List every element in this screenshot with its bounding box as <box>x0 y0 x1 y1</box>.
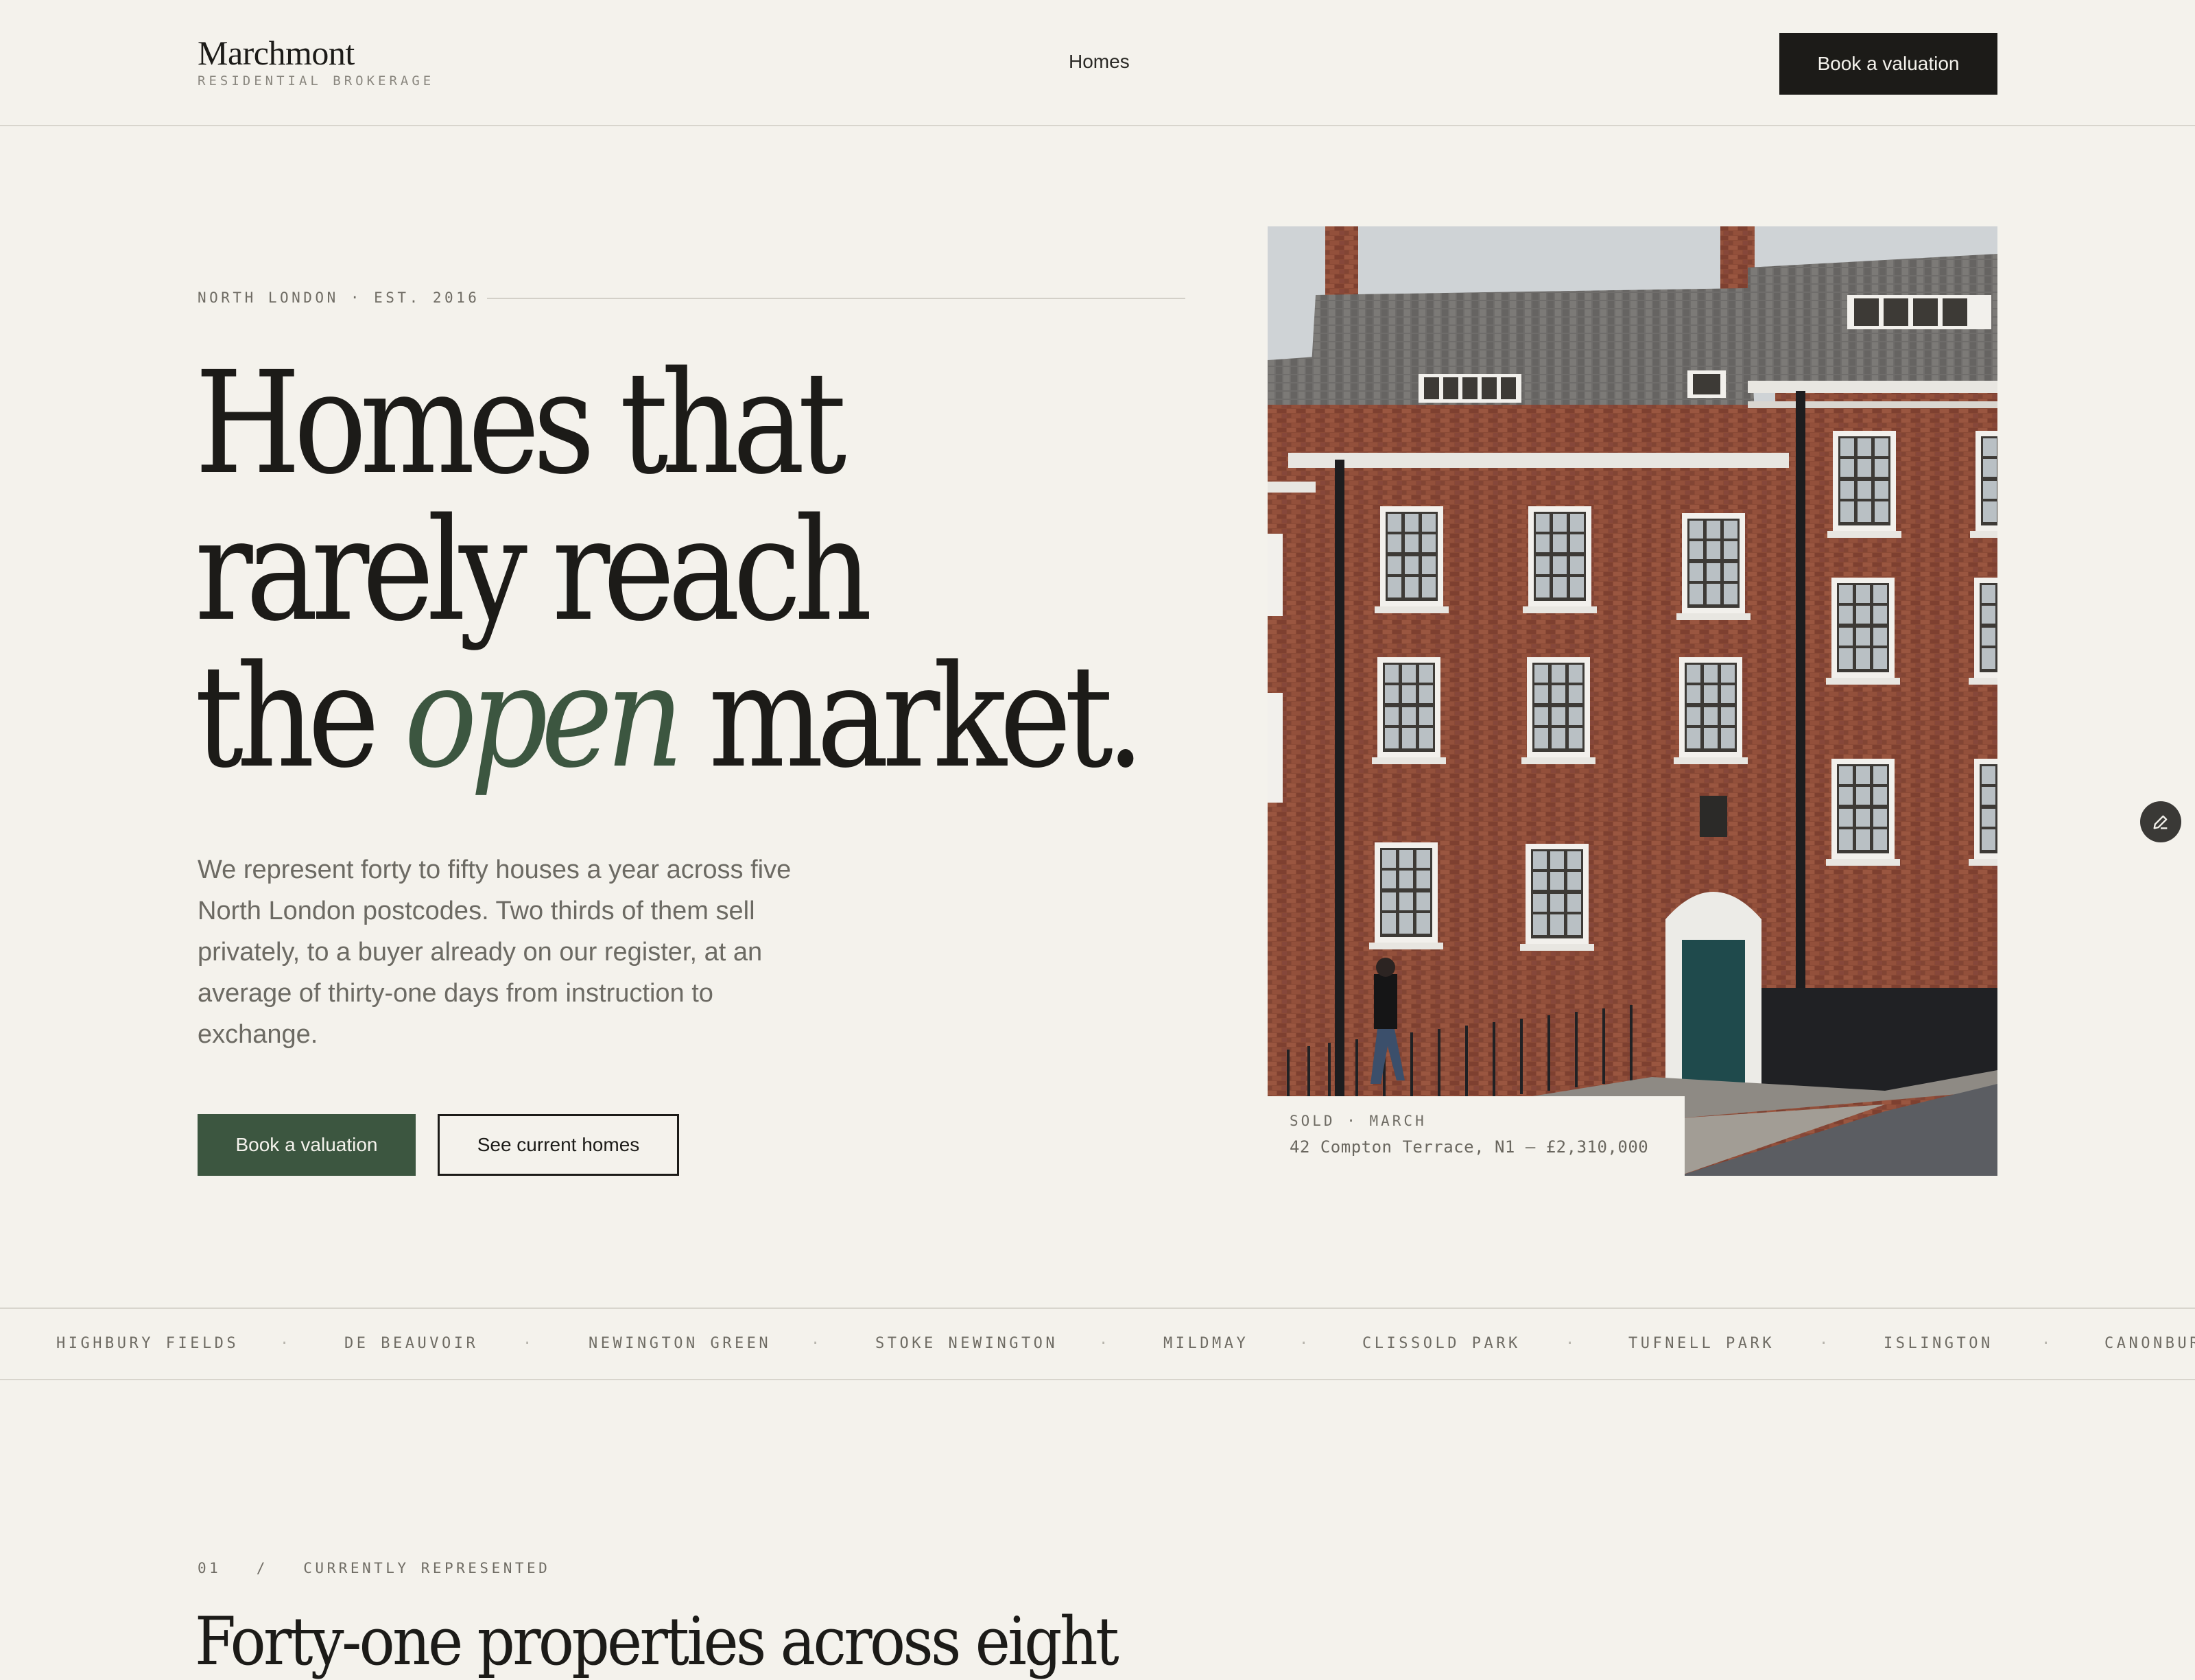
section-label: 01 / CURRENTLY REPRESENTED <box>198 1560 551 1576</box>
headline-line-3: the open market. <box>195 643 1145 790</box>
caption-status: SOLD · MARCH <box>1290 1113 1427 1129</box>
brand-tagline: RESIDENTIAL BROKERAGE <box>198 73 435 88</box>
neighbourhood-item: CLISSOLD PARK <box>1362 1335 1521 1352</box>
hero-photo <box>1268 226 1997 1176</box>
hero-lede: We represent forty to fifty houses a yea… <box>198 855 792 1049</box>
headline-line-1: Homes that <box>195 341 846 506</box>
separator-dot: · <box>280 1335 289 1352</box>
headline-line-3-end: market. <box>676 635 1145 799</box>
eyebrow-divider <box>487 298 1185 299</box>
neighbourhood-item: MILDMAY <box>1163 1335 1249 1352</box>
separator-dot: · <box>1565 1335 1575 1352</box>
headline-line-3-start: the <box>195 635 405 799</box>
neighbourhood-item: ISLINGTON <box>1884 1335 1993 1352</box>
hero-headline: Homes that rarely reach the open market. <box>195 341 1145 790</box>
neighbourhood-item: CANONBURY <box>2104 1335 2195 1352</box>
see-current-homes-button[interactable]: See current homes <box>438 1114 679 1176</box>
separator-dot: · <box>1299 1335 1309 1352</box>
neighbourhood-item: STOKE NEWINGTON <box>875 1335 1058 1352</box>
separator-dot: · <box>811 1335 820 1352</box>
headline-line-2: rarely reach <box>195 488 873 652</box>
separator-dot: · <box>2041 1335 2051 1352</box>
section-title: Forty-one properties across eight <box>195 1603 1119 1680</box>
photo-caption: SOLD · MARCH 42 Compton Terrace, N1 — £2… <box>1268 1096 1685 1176</box>
separator-dot: · <box>1819 1335 1829 1352</box>
caption-detail: 42 Compton Terrace, N1 — £2,310,000 <box>1290 1137 1649 1157</box>
separator-dot: · <box>1099 1335 1108 1352</box>
headline-accent-word: open <box>404 635 684 799</box>
header-book-valuation-button[interactable]: Book a valuation <box>1779 33 1997 95</box>
pencil-icon <box>2153 815 2168 829</box>
neighbourhood-item: DE BEAUVOIR <box>344 1335 479 1352</box>
separator-dot: · <box>523 1335 532 1352</box>
site-header: Marchmont RESIDENTIAL BROKERAGE Homes Bo… <box>0 0 2195 126</box>
hero-eyebrow: NORTH LONDON · EST. 2016 <box>198 289 480 306</box>
brand-logo[interactable]: Marchmont <box>198 33 355 73</box>
neighbourhood-item: HIGHBURY FIELDS <box>56 1335 239 1352</box>
nav-link-homes[interactable]: Homes <box>1069 51 1130 73</box>
neighbourhood-item: TUFNELL PARK <box>1628 1335 1775 1352</box>
edit-fab[interactable] <box>2140 801 2181 842</box>
neighbourhood-item: NEWINGTON GREEN <box>589 1335 772 1352</box>
neighbourhood-strip: HIGHBURY FIELDS · DE BEAUVOIR · NEWINGTO… <box>0 1308 2195 1380</box>
hero-book-valuation-button[interactable]: Book a valuation <box>198 1114 416 1176</box>
